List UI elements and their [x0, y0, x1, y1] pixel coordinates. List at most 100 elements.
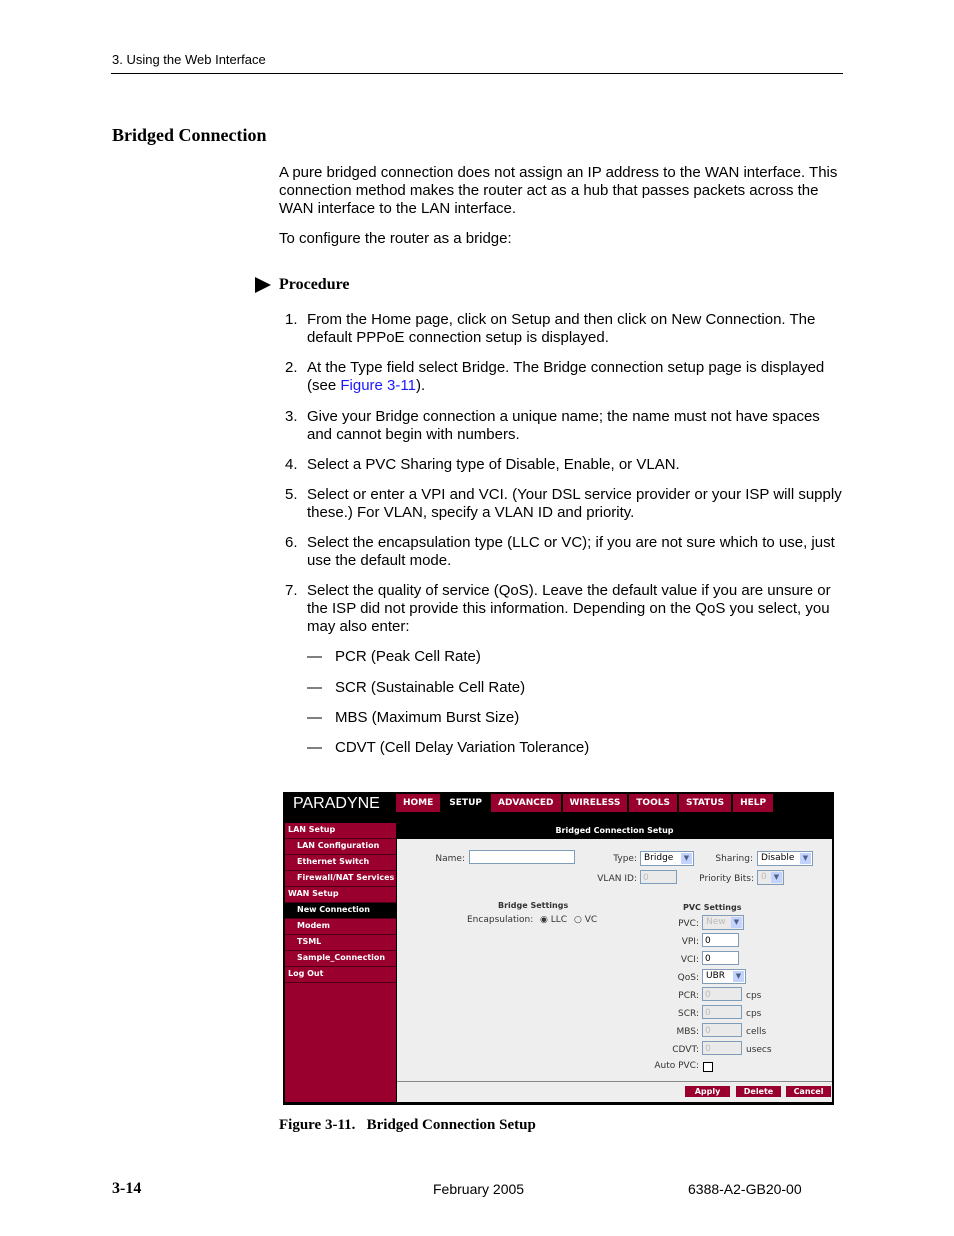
cdvt-input[interactable]: 0	[702, 1041, 742, 1055]
priority-bits-select[interactable]: 0 ▼	[757, 870, 784, 885]
vlan-id-label: VLAN ID:	[597, 874, 637, 884]
header-rule	[111, 73, 843, 74]
intro-paragraph: A pure bridged connection does not assig…	[279, 164, 838, 217]
panel-title: Bridged Connection Setup	[397, 823, 832, 839]
sub-item-text: CDVT (Cell Delay Variation Tolerance)	[335, 739, 590, 756]
pcr-label: PCR:	[678, 991, 699, 1001]
qos-select[interactable]: UBR ▼	[702, 969, 746, 984]
sub-item-text: SCR (Sustainable Cell Rate)	[335, 679, 526, 696]
radio-unchecked-icon: ○	[574, 915, 582, 925]
paradyne-logo: PARADYNE	[293, 795, 380, 812]
sidebar-lan-configuration[interactable]: LAN Configuration	[285, 839, 396, 855]
apply-button[interactable]: Apply	[685, 1086, 730, 1097]
sharing-label: Sharing:	[715, 854, 753, 864]
dash: —	[307, 709, 322, 726]
type-value: Bridge	[644, 853, 674, 863]
sidebar-sample-connection[interactable]: Sample_Connection	[285, 951, 396, 967]
sidebar-firewall-nat[interactable]: Firewall/NAT Services	[285, 871, 396, 887]
sidebar-lan-setup[interactable]: LAN Setup	[285, 823, 396, 839]
step: 6. Select the encapsulation type (LLC or …	[285, 534, 845, 570]
cdvt-label: CDVT:	[672, 1045, 699, 1055]
nav-setup[interactable]: SETUP	[442, 794, 489, 812]
step: 4. Select a PVC Sharing type of Disable, …	[285, 456, 845, 474]
footer-divider	[397, 1081, 832, 1082]
mbs-unit: cells	[746, 1027, 767, 1037]
step-number: 5.	[285, 486, 298, 503]
cdvt-unit: usecs	[746, 1045, 772, 1055]
sidebar-tsml[interactable]: TSML	[285, 935, 396, 951]
radio-checked-icon: ◉	[540, 915, 548, 925]
chevron-down-icon: ▼	[771, 872, 782, 883]
sub-item: — PCR (Peak Cell Rate)	[307, 648, 481, 665]
sharing-select[interactable]: Disable ▼	[757, 851, 813, 866]
encap-vc-radio[interactable]: ○ VC	[574, 915, 597, 925]
document-number: 6388-A2-GB20-00	[688, 1181, 802, 1197]
step-number: 6.	[285, 534, 298, 551]
document-page: 3. Using the Web Interface Bridged Conne…	[0, 0, 954, 1236]
chevron-down-icon: ▼	[733, 971, 744, 982]
step: 5. Select or enter a VPI and VCI. (Your D…	[285, 486, 845, 522]
name-input[interactable]	[469, 850, 575, 864]
bridge-settings-heading: Bridge Settings	[498, 901, 569, 910]
step: 7. Select the quality of service (QoS). L…	[285, 582, 845, 636]
dash: —	[307, 679, 322, 696]
mbs-label: MBS:	[676, 1027, 699, 1037]
mbs-input[interactable]: 0	[702, 1023, 742, 1037]
cancel-button[interactable]: Cancel	[786, 1086, 831, 1097]
dash: —	[307, 739, 322, 756]
delete-button[interactable]: Delete	[736, 1086, 781, 1097]
llc-label: LLC	[550, 915, 568, 925]
auto-pvc-label: Auto PVC:	[654, 1061, 699, 1071]
step-text: At the Type field select Bridge. The Bri…	[307, 359, 845, 395]
sidebar-modem[interactable]: Modem	[285, 919, 396, 935]
nav-home[interactable]: HOME	[396, 794, 441, 812]
chevron-down-icon: ▼	[800, 853, 811, 864]
vlan-id-input[interactable]: 0	[640, 870, 677, 884]
step: 1. From the Home page, click on Setup and…	[285, 311, 845, 347]
encap-llc-radio[interactable]: ◉ LLC	[540, 915, 567, 925]
section-heading: Bridged Connection	[112, 125, 267, 145]
sub-item-text: MBS (Maximum Burst Size)	[335, 709, 520, 726]
page-number: 3-14	[112, 1180, 142, 1197]
qos-label: QoS:	[677, 973, 699, 983]
step-number: 1.	[285, 311, 298, 328]
type-label: Type:	[613, 854, 637, 864]
nav-tools[interactable]: TOOLS	[629, 794, 677, 812]
triangle-icon	[255, 277, 271, 293]
sidebar-log-out[interactable]: Log Out	[285, 967, 396, 983]
vpi-input[interactable]: 0	[702, 933, 739, 947]
step-number: 3.	[285, 408, 298, 425]
scr-input[interactable]: 0	[702, 1005, 742, 1019]
nav-advanced[interactable]: ADVANCED	[490, 794, 561, 812]
pvc-value: New	[706, 917, 726, 927]
sub-item-text: PCR (Peak Cell Rate)	[335, 648, 481, 665]
dash: —	[307, 648, 322, 665]
step-text-part: ).	[415, 377, 426, 394]
scr-unit: cps	[746, 1009, 762, 1019]
step: 2. At the Type field select Bridge. The B…	[285, 359, 845, 395]
vci-label: VCI:	[680, 955, 699, 965]
sidebar: LAN Setup LAN Configuration Ethernet Swi…	[285, 823, 396, 1102]
type-select[interactable]: Bridge ▼	[640, 851, 694, 866]
top-nav: HOME SETUP ADVANCED WIRELESS TOOLS STATU…	[396, 794, 775, 812]
step-number: 7.	[285, 582, 298, 599]
step-text: Select a PVC Sharing type of Disable, En…	[307, 456, 680, 473]
pcr-unit: cps	[746, 991, 762, 1001]
chevron-down-icon: ▼	[681, 853, 692, 864]
nav-status[interactable]: STATUS	[678, 794, 732, 812]
pvc-select[interactable]: New ▼	[702, 915, 744, 930]
nav-wireless[interactable]: WIRELESS	[562, 794, 628, 812]
step-text: Give your Bridge connection a unique nam…	[307, 408, 820, 443]
sidebar-wan-setup[interactable]: WAN Setup	[285, 887, 396, 903]
pcr-input[interactable]: 0	[702, 987, 742, 1001]
step-number: 2.	[285, 359, 298, 376]
nav-help[interactable]: HELP	[733, 794, 774, 812]
auto-pvc-checkbox[interactable]	[703, 1062, 713, 1072]
figure-link[interactable]: Figure 3-11	[340, 377, 416, 394]
scr-label: SCR:	[677, 1009, 699, 1019]
sidebar-new-connection[interactable]: New Connection	[285, 903, 396, 919]
chevron-down-icon: ▼	[731, 917, 742, 928]
vci-input[interactable]: 0	[702, 951, 739, 965]
sub-item: — SCR (Sustainable Cell Rate)	[307, 679, 525, 696]
sidebar-ethernet-switch[interactable]: Ethernet Switch	[285, 855, 396, 871]
